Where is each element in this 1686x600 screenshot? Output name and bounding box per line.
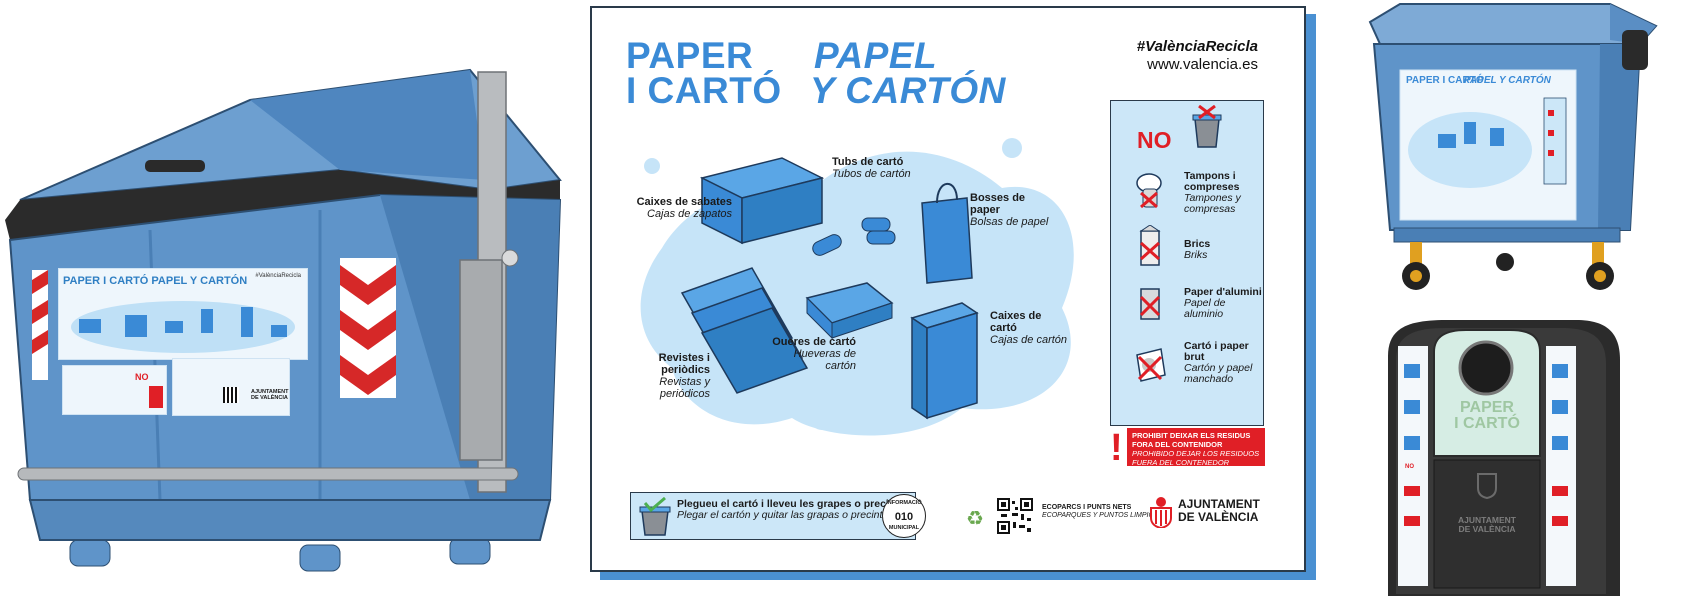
city-council-line2: DE VALÈNCIA	[1178, 510, 1259, 524]
igloo-label: PAPER I CARTÓ	[1434, 400, 1540, 432]
igloo-container: PAPER I CARTÓ AJUNTAMENT DE VALÈNCIA NO	[1386, 316, 1626, 600]
container-sticker-title: PAPER I CARTÓ PAPEL Y CARTÓN	[63, 275, 248, 287]
item-cardboard-boxes: Caixes de cartó Cajas de cartón	[990, 310, 1070, 346]
item-cardboard-tubes-ca: Tubs de cartó	[832, 156, 904, 168]
city-council-logo-text: AJUNTAMENT DE VALÈNCIA	[1178, 498, 1260, 524]
item-paper-bags: Bosses de paper Bolsas de papel	[970, 192, 1050, 228]
item-egg-cartons-es: Hueveras de cartón	[793, 348, 856, 372]
container-sticker-info: AJUNTAMENT DE VALÈNCIA	[172, 358, 290, 416]
aluminium-foil-icon	[1139, 288, 1161, 320]
wheelie-sticker-title-es: PAPEL Y CARTÓN	[1464, 75, 1551, 86]
item-shoe-boxes: Caixes de sabates Cajas de zapatos	[632, 196, 732, 220]
item-cardboard-boxes-es: Cajas de cartón	[990, 334, 1068, 346]
title-catalan: PAPER I CARTÓ	[626, 35, 782, 111]
fold-tip-text: Plegueu el cartó i lleveu les grapes o p…	[677, 499, 910, 521]
no-item-foil: Paper d'alumini Papel de aluminio	[1184, 287, 1263, 320]
container-sticker-qr-icon	[223, 387, 239, 403]
no-item-tampons-ca: Tampons i compreses	[1184, 170, 1240, 193]
no-item-tampons: Tampons i compreses Tampones y compresas	[1184, 171, 1263, 215]
not-accepted-panel: NO Tampons i compreses Tampones y compre…	[1110, 100, 1264, 426]
container-sticker-illustrations	[71, 301, 295, 353]
container-sticker-hashtag: #ValènciaRecicla	[255, 273, 301, 279]
item-paper-bags-ca: Bosses de paper	[970, 192, 1026, 216]
igloo-sticker-no: NO	[1405, 464, 1414, 470]
website-link[interactable]: www.valencia.es	[1147, 56, 1258, 73]
container-sticker-council: AJUNTAMENT DE VALÈNCIA	[251, 389, 289, 401]
item-magazines: Revistes i periòdics Revistas y periódic…	[610, 352, 710, 400]
hashtag: #ValènciaRecicla	[1136, 38, 1258, 55]
no-item-briks-es: Briks	[1184, 249, 1208, 261]
no-item-dirty-paper-ca: Cartó i paper brut	[1184, 340, 1249, 363]
no-item-foil-es: Papel de aluminio	[1184, 297, 1226, 320]
item-egg-cartons: Oueres de cartó Hueveras de cartón	[766, 336, 856, 372]
item-shoe-boxes-ca: Caixes de sabates	[636, 196, 732, 208]
item-cardboard-boxes-ca: Caixes de cartó	[990, 310, 1042, 334]
igloo-label-line2: I CARTÓ	[1454, 415, 1520, 432]
warning-banner-ca: PROHIBIT DEIXAR ELS RESIDUS FORA DEL CON…	[1132, 431, 1251, 449]
item-egg-cartons-ca: Oueres de cartó	[772, 336, 856, 348]
wheelie-bin: PAPER I CARTÓ PAPEL Y CARTÓN	[1360, 0, 1686, 300]
cardboard-box-icon	[910, 302, 979, 420]
fold-tip-box: Plegueu el cartó i lleveu les grapes o p…	[630, 492, 916, 540]
qr-code-icon[interactable]	[997, 498, 1033, 534]
warning-banner-es: PROHIBIDO DEJAR LOS RESIDUOS FUERA DEL C…	[1132, 449, 1260, 467]
title-spanish-line2: Y CARTÓN	[810, 70, 1006, 111]
tampons-icon	[1136, 173, 1162, 209]
container-sticker-no-text: NO	[135, 372, 149, 382]
valencia-crest-icon	[1150, 497, 1172, 528]
no-item-briks: Brics Briks	[1184, 239, 1210, 261]
info-badge-bottom: MUNICIPAL	[888, 525, 920, 531]
ecoparcs-es: ECOPARQUES Y PUNTOS LIMPIOS	[1042, 512, 1159, 519]
ecoparcs-ca: ECOPARCS I PUNTS NETS	[1042, 504, 1132, 511]
info-badge-number: 010	[894, 511, 914, 523]
item-shoe-boxes-es: Cajas de zapatos	[647, 208, 732, 220]
container-sticker-no: NO	[62, 365, 167, 415]
left-dumpster-container: PAPER I CARTÓ PAPEL Y CARTÓN #ValènciaRe…	[0, 30, 570, 600]
fold-tip-es: Plegar el cartón y quitar las grapas o p…	[677, 509, 894, 521]
title-spanish: PAPEL Y CARTÓN	[810, 35, 1006, 111]
item-cardboard-tubes: Tubs de cartó Tubos de cartón	[832, 156, 912, 180]
item-paper-bags-es: Bolsas de papel	[970, 216, 1049, 228]
warning-banner: PROHIBIT DEIXAR ELS RESIDUS FORA DEL CON…	[1127, 428, 1265, 466]
igloo-container-drawing	[1388, 320, 1620, 596]
info-badge-top: INFORMACIÓ	[886, 500, 922, 506]
title-catalan-line2: I CARTÓ	[626, 70, 782, 111]
wheelie-bin-drawing	[1368, 3, 1658, 290]
recycle-icon: ♻	[966, 508, 984, 530]
no-item-dirty-paper: Cartó i paper brut Cartón y papel mancha…	[1184, 341, 1263, 385]
igloo-council-line2: DE VALÈNCIA	[1458, 524, 1516, 534]
container-sticker-warning	[149, 386, 163, 408]
igloo-council-text: AJUNTAMENT DE VALÈNCIA	[1434, 516, 1540, 534]
info-010-badge: INFORMACIÓ 010 MUNICIPAL	[882, 494, 926, 538]
dirty-paper-icon	[1136, 348, 1166, 382]
igloo-label-line1: PAPER	[1460, 399, 1514, 416]
checked-bin-icon	[639, 497, 671, 536]
warning-exclamation-icon: !	[1110, 427, 1123, 469]
brick-carton-icon	[1139, 225, 1161, 266]
no-item-tampons-es: Tampones y compresas	[1184, 192, 1241, 215]
ecoparcs-text: ECOPARCS I PUNTS NETS ECOPARQUES Y PUNTO…	[1042, 504, 1159, 520]
crossed-bin-icon	[1192, 105, 1222, 148]
title-catalan-line1: PAPER	[626, 35, 754, 76]
container-sticker-main: PAPER I CARTÓ PAPEL Y CARTÓN #ValènciaRe…	[58, 268, 308, 360]
no-heading: NO	[1137, 127, 1172, 153]
item-magazines-ca: Revistes i periòdics	[658, 352, 710, 376]
item-cardboard-tubes-es: Tubos de cartón	[832, 168, 911, 180]
item-magazines-es: Revistas y periódicos	[659, 376, 710, 400]
no-item-dirty-paper-es: Cartón y papel manchado	[1184, 362, 1253, 385]
title-spanish-line1: PAPEL	[814, 35, 938, 76]
recycling-poster: PAPER I CARTÓ PAPEL Y CARTÓN #ValènciaRe…	[590, 6, 1306, 572]
